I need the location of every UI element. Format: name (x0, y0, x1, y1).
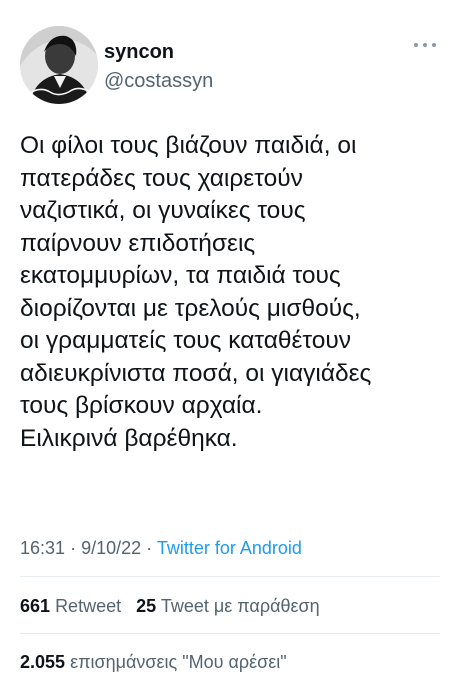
handle[interactable]: @costassyn (104, 68, 213, 94)
divider (20, 576, 440, 577)
quotes-label: Tweet με παράθεση (160, 596, 320, 616)
tweet-meta: 16:31 · 9/10/22 · Twitter for Android (20, 536, 302, 560)
retweets-link[interactable]: 661 Retweet (20, 596, 121, 616)
display-name[interactable]: syncon (104, 40, 213, 64)
likes-stats: 2.055 επισημάνσεις "Μου αρέσει" (20, 650, 287, 674)
retweets-count: 661 (20, 596, 51, 616)
tweet-date[interactable]: 9/10/22 (81, 538, 141, 558)
tweet-time[interactable]: 16:31 (20, 538, 65, 558)
quotes-count: 25 (136, 596, 157, 616)
retweet-stats: 661 Retweet 25 Tweet με παράθεση (20, 594, 320, 618)
more-dot (414, 43, 418, 47)
profile-photo-icon (20, 26, 98, 104)
author-names: syncon @costassyn (104, 40, 213, 94)
meta-separator: · (70, 538, 77, 558)
avatar[interactable] (20, 26, 98, 104)
tweet-text: Οι φίλοι τους βιάζουν παιδιά, οι πατεράδ… (20, 132, 372, 452)
tweet-source-link[interactable]: Twitter for Android (157, 538, 302, 558)
likes-count: 2.055 (20, 652, 66, 672)
tweet-header: syncon @costassyn (20, 26, 440, 106)
more-horizontal-icon[interactable] (414, 40, 436, 50)
likes-link[interactable]: 2.055 επισημάνσεις "Μου αρέσει" (20, 652, 287, 672)
retweets-label: Retweet (55, 596, 122, 616)
quotes-link[interactable]: 25 Tweet με παράθεση (136, 596, 320, 616)
more-dot (423, 43, 427, 47)
meta-separator: · (146, 538, 153, 558)
likes-label: επισημάνσεις "Μου αρέσει" (70, 652, 287, 672)
divider (20, 633, 440, 634)
more-dot (432, 43, 436, 47)
